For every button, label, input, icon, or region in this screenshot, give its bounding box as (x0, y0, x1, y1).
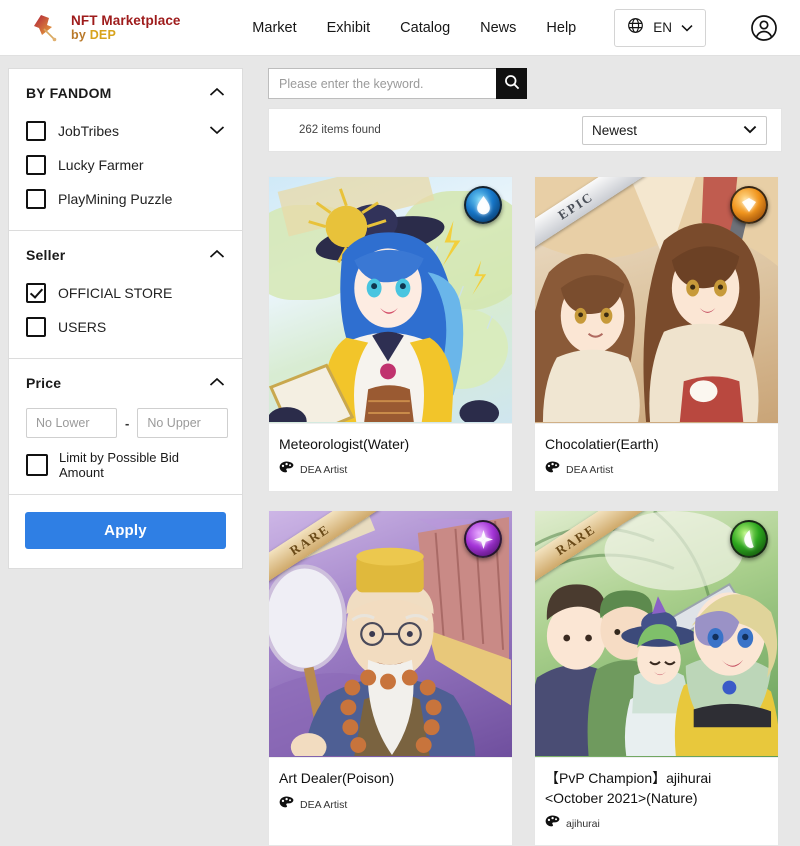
filter-option-official-store-label: OFFICIAL STORE (58, 285, 173, 301)
nft-artist: ajihurai (545, 815, 768, 833)
chevron-up-icon (209, 246, 225, 264)
brand-title: NFT Marketplace (71, 12, 181, 28)
filter-section-price-header[interactable]: Price (9, 359, 242, 404)
nft-card-info: 【PvP Champion】ajihurai <October 2021>(Na… (535, 758, 778, 845)
search-button[interactable] (496, 68, 527, 99)
nft-artist: DEA Artist (545, 461, 768, 479)
search-icon (504, 74, 520, 93)
nft-card[interactable]: RARE Art Dealer(Poison) DEA Artist (268, 510, 513, 846)
filter-sidebar: BY FANDOM JobTribes Lucky Farmer PlayMin… (8, 68, 243, 846)
search-bar (268, 68, 782, 99)
nft-artwork: EPIC (535, 177, 778, 424)
chevron-up-icon (209, 374, 225, 392)
nft-card-info: Art Dealer(Poison) DEA Artist (269, 758, 512, 825)
site-header: NFT Marketplace by DEP Market Exhibit Ca… (0, 0, 800, 56)
filter-section-fandom: BY FANDOM JobTribes Lucky Farmer PlayMin… (8, 68, 243, 231)
nft-title: Chocolatier(Earth) (545, 436, 659, 452)
chevron-up-icon (209, 84, 225, 102)
price-lower-input[interactable] (26, 408, 117, 438)
nft-artist-name: ajihurai (566, 817, 600, 830)
filter-option-jobtribes-label: JobTribes (58, 123, 119, 139)
sort-dropdown[interactable]: Newest (582, 115, 767, 145)
brand-logo[interactable]: NFT Marketplace by DEP (30, 13, 181, 43)
nav-item-market[interactable]: Market (252, 20, 296, 36)
nft-artist-name: DEA Artist (566, 464, 614, 477)
filter-section-price-title: Price (26, 375, 62, 391)
checkbox-limit-bid[interactable] (26, 454, 48, 476)
items-found-label: 262 items found (299, 124, 381, 136)
page-body: BY FANDOM JobTribes Lucky Farmer PlayMin… (0, 56, 800, 846)
filter-option-playmining-puzzle[interactable]: PlayMining Puzzle (26, 182, 225, 216)
language-selector[interactable]: EN (614, 8, 706, 47)
filter-option-playmining-puzzle-label: PlayMining Puzzle (58, 191, 173, 207)
nav-item-news[interactable]: News (480, 20, 516, 36)
main-nav: Market Exhibit Catalog News Help EN (252, 8, 778, 47)
nft-title: Meteorologist(Water) (279, 436, 410, 452)
nft-artist: DEA Artist (279, 461, 502, 479)
filter-option-limit-bid-label: Limit by Possible Bid Amount (59, 450, 179, 480)
nft-artwork (269, 177, 512, 424)
filter-option-users[interactable]: USERS (26, 310, 225, 344)
nft-card-grid: Meteorologist(Water) DEA Artist EPIC Cho… (268, 176, 782, 846)
filter-section-fandom-title: BY FANDOM (26, 85, 112, 101)
price-separator: - (125, 415, 130, 431)
apply-button[interactable]: Apply (25, 512, 226, 549)
filter-option-official-store[interactable]: OFFICIAL STORE (26, 276, 225, 310)
filter-section-price: Price - Limit by Possible Bid Amount (8, 359, 243, 495)
results-toolbar: 262 items found Newest (268, 108, 782, 152)
checkbox-official-store[interactable] (26, 283, 46, 303)
nft-card[interactable]: Meteorologist(Water) DEA Artist (268, 176, 513, 493)
nav-item-help[interactable]: Help (546, 20, 576, 36)
palette-icon (545, 815, 560, 833)
logo-icon (30, 13, 62, 43)
filter-option-lucky-farmer-label: Lucky Farmer (58, 157, 144, 173)
search-input[interactable] (268, 68, 496, 99)
filter-section-seller-header[interactable]: Seller (9, 231, 242, 276)
apply-section: Apply (8, 495, 243, 569)
checkbox-users[interactable] (26, 317, 46, 337)
chevron-down-icon (681, 19, 693, 37)
account-circle-icon[interactable] (750, 14, 778, 42)
checkbox-playmining-puzzle[interactable] (26, 189, 46, 209)
sort-dropdown-wrapper: Newest (582, 115, 767, 145)
nav-item-exhibit[interactable]: Exhibit (327, 20, 371, 36)
chevron-down-icon[interactable] (209, 122, 225, 140)
nft-card-info: Meteorologist(Water) DEA Artist (269, 424, 512, 491)
palette-icon (545, 461, 560, 479)
filter-option-jobtribes[interactable]: JobTribes (26, 114, 225, 148)
language-code: EN (653, 20, 672, 35)
nft-artist: DEA Artist (279, 796, 502, 814)
nft-card[interactable]: EPIC Chocolatier(Earth) DEA Artist (534, 176, 779, 493)
brand-by: by (71, 28, 86, 43)
checkbox-jobtribes[interactable] (26, 121, 46, 141)
palette-icon (279, 796, 294, 814)
filter-option-lucky-farmer[interactable]: Lucky Farmer (26, 148, 225, 182)
price-upper-input[interactable] (137, 408, 229, 438)
globe-icon (627, 17, 644, 39)
nft-title: 【PvP Champion】ajihurai <October 2021>(Na… (545, 770, 712, 806)
main-content: 262 items found Newest (268, 68, 782, 846)
filter-section-fandom-header[interactable]: BY FANDOM (9, 69, 242, 114)
brand-dep: DEP (89, 28, 116, 43)
filter-option-users-label: USERS (58, 319, 107, 335)
nav-item-catalog[interactable]: Catalog (400, 20, 450, 36)
checkbox-lucky-farmer[interactable] (26, 155, 46, 175)
palette-icon (279, 461, 294, 479)
element-badge-earth (730, 186, 768, 224)
nft-title: Art Dealer(Poison) (279, 770, 395, 787)
nft-artist-name: DEA Artist (300, 798, 348, 811)
filter-option-limit-bid[interactable]: Limit by Possible Bid Amount (26, 448, 225, 480)
filter-section-seller: Seller OFFICIAL STORE USERS (8, 231, 243, 359)
nft-card-info: Chocolatier(Earth) DEA Artist (535, 424, 778, 491)
filter-section-seller-title: Seller (26, 247, 66, 263)
element-badge-water (464, 186, 502, 224)
nft-artist-name: DEA Artist (300, 464, 348, 477)
nft-artwork: RARE (535, 511, 778, 759)
nft-card[interactable]: RARE 【PvP Champion】ajihurai <October 202… (534, 510, 779, 846)
nft-artwork: RARE (269, 511, 512, 759)
